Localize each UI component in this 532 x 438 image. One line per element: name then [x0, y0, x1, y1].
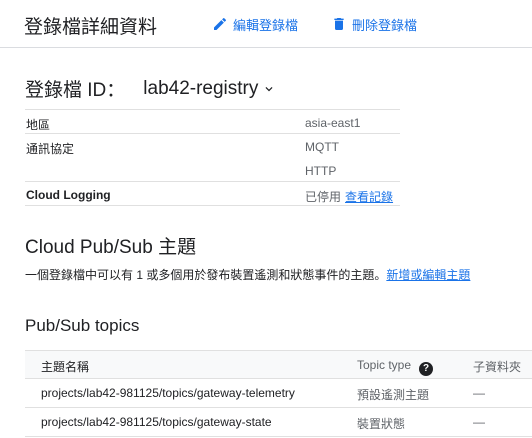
pubsub-description-text: 一個登錄檔中可以有 1 或多個用於發布裝置遙測和狀態事件的主題。: [25, 268, 387, 282]
pencil-icon: [214, 17, 227, 30]
edit-topics-link[interactable]: 新增或編輯主題: [386, 268, 470, 282]
topic-type-cell: 裝置狀態: [357, 417, 406, 431]
protocol-value-http: HTTP: [305, 164, 337, 178]
column-header-topic-name[interactable]: 主題名稱: [41, 358, 89, 375]
chevron-down-icon[interactable]: [262, 82, 276, 96]
region-key: 地區: [26, 118, 51, 132]
topic-name-cell: projects/lab42-981125/topics/gateway-sta…: [41, 415, 272, 429]
topics-table: 主題名稱 Topic type? 子資料夾 projects/lab42-981…: [25, 350, 532, 437]
protocol-key: 通訊協定: [26, 142, 75, 156]
delete-registry-label: 刪除登錄檔: [352, 17, 418, 33]
subfolder-cell: —: [473, 386, 485, 400]
table-header-row: 主題名稱 Topic type? 子資料夾: [25, 351, 532, 379]
region-value: asia-east1: [305, 116, 361, 130]
trash-icon: [334, 18, 344, 30]
edit-registry-button[interactable]: 編輯登錄檔: [212, 14, 298, 34]
pubsub-section-heading: Cloud Pub/Sub 主題: [25, 237, 197, 258]
topics-heading: Pub/Sub topics: [25, 316, 140, 335]
page-title: 登錄檔詳細資料: [24, 17, 158, 38]
logging-status: 已停用: [305, 190, 342, 204]
top-bar: 登錄檔詳細資料 編輯登錄檔 刪除登錄檔: [0, 0, 532, 48]
registry-details-table: 地區 asia-east1 通訊協定 MQTT HTTP Cloud Loggi…: [25, 109, 400, 206]
column-header-topic-type: Topic type?: [357, 358, 434, 376]
protocol-value-mqtt: MQTT: [305, 140, 339, 154]
topic-name-cell: projects/lab42-981125/topics/gateway-tel…: [41, 386, 295, 400]
pubsub-description: 一個登錄檔中可以有 1 或多個用於發布裝置遙測和狀態事件的主題。新增或編輯主題: [25, 266, 470, 283]
view-logs-link[interactable]: 查看記錄: [345, 190, 393, 204]
registry-header: 登錄檔 ID： lab42-registry: [25, 75, 276, 102]
logging-row: Cloud Logging 已停用 查看記錄: [25, 182, 400, 206]
edit-registry-label: 編輯登錄檔: [233, 17, 299, 33]
table-row: projects/lab42-981125/topics/gateway-sta…: [25, 408, 532, 437]
help-icon[interactable]: ?: [419, 362, 434, 376]
delete-registry-button[interactable]: 刪除登錄檔: [331, 14, 417, 34]
subfolder-cell: —: [473, 415, 485, 429]
region-row: 地區 asia-east1: [25, 110, 400, 134]
registry-id-label: 登錄檔 ID：: [25, 80, 126, 101]
registry-id-selector[interactable]: lab42-registry: [143, 78, 258, 100]
logging-key: Cloud Logging: [26, 188, 111, 202]
column-header-subfolder[interactable]: 子資料夾: [473, 358, 521, 375]
logging-value: 已停用 查看記錄: [305, 188, 393, 205]
table-row: projects/lab42-981125/topics/gateway-tel…: [25, 379, 532, 408]
column-header-topic-type-label[interactable]: Topic type: [357, 358, 411, 372]
topic-type-cell: 預設遙測主題: [357, 388, 430, 402]
protocol-row: 通訊協定 MQTT HTTP: [25, 134, 400, 182]
